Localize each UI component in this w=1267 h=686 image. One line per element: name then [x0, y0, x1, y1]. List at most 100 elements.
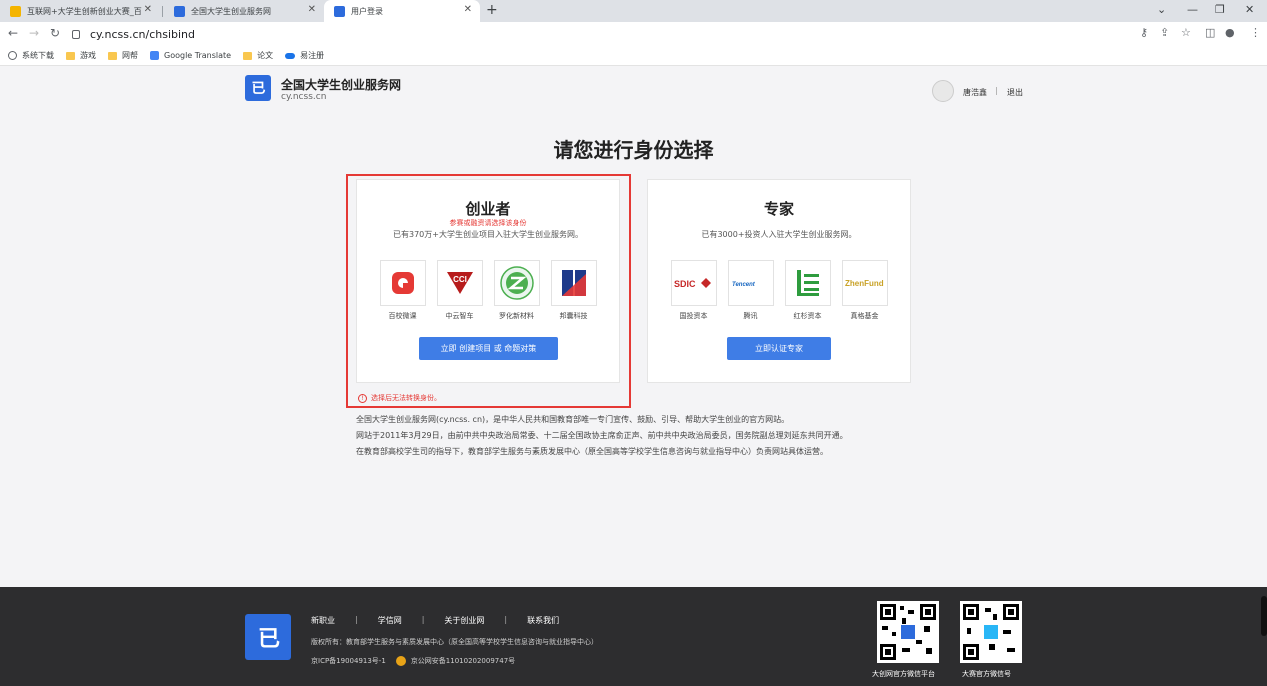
qr-code-dasai: [960, 601, 1022, 663]
intro-line: 全国大学生创业服务网(cy.ncss. cn)，是中华人民共和国教育部唯一专门宣…: [356, 415, 790, 424]
star-icon[interactable]: ☆: [1181, 26, 1191, 39]
expert-card[interactable]: 专家 已有3000+投资人入驻大学生创业服务网。 SDIC 国投资本 Tence…: [647, 179, 911, 383]
partner-logo-caption: 罗化新材料: [499, 312, 534, 320]
avatar[interactable]: [932, 80, 954, 102]
bookmark-label: Google Translate: [164, 51, 232, 60]
logout-link[interactable]: 退出: [1007, 87, 1023, 98]
expert-desc: 已有3000+投资人入驻大学生创业服务网。: [701, 230, 857, 239]
warning-icon: !: [358, 393, 367, 403]
user-name[interactable]: 唐浩鑫: [963, 87, 987, 98]
menu-dots-icon[interactable]: ⋮: [1250, 26, 1261, 39]
police-badge-icon: [395, 656, 406, 666]
address-bar: ← → ↻ cy.ncss.cn/chsibind ⚷ ⇪ ☆ ◫ ● ⋮: [0, 22, 1267, 46]
site-footer: 已 新职业 | 学信网 | 关于创业网 | 联系我们 版权所有：教育部学生服务与…: [0, 587, 1267, 686]
bookmark-label: 游戏: [80, 51, 96, 60]
intro-line: 在教育部高校学生司的指导下，教育部学生服务与素质发展中心（原全国高等学校学生信息…: [356, 447, 828, 456]
svg-text:CCI: CCI: [453, 275, 467, 284]
close-tab-icon[interactable]: ✕: [308, 4, 316, 15]
share-icon[interactable]: ⇪: [1160, 26, 1169, 39]
founder-card[interactable]: 创业者 参赛或融资请选择该身份 已有370万+大学生创业项目入驻大学生创业服务网…: [356, 179, 620, 383]
footer-link[interactable]: 关于创业网: [444, 615, 484, 626]
baixiao-logo-icon: [379, 260, 426, 306]
key-icon[interactable]: ⚷: [1140, 26, 1148, 39]
tab-divider: [162, 6, 163, 17]
folder-icon: [243, 51, 253, 60]
close-window-icon[interactable]: ✕: [1245, 3, 1254, 16]
tab-search-chevron-icon[interactable]: ⌄: [1157, 3, 1166, 16]
bookmark-item[interactable]: 系统下载: [8, 50, 54, 61]
browser-tab-strip: 互联网+大学生创新创业大赛_百 ✕ 全国大学生创业服务网 ✕ 用户登录 ✕ + …: [0, 0, 1267, 22]
zhongyun-logo-icon: CCI: [436, 260, 483, 306]
scrollbar-thumb[interactable]: [1261, 596, 1267, 636]
qr-code-dachuang: [877, 601, 939, 663]
investor-logo-caption: 国投资本: [679, 312, 708, 320]
svg-text:Tencent: Tencent: [732, 282, 756, 288]
partner-logo: 邦囊科技: [550, 260, 597, 321]
bookmarks-bar: 系统下载 游戏 网帮 Google Translate 论文 易注册: [0, 46, 1267, 66]
qr-caption: 大赛官方微信号: [962, 670, 1011, 678]
icp-number[interactable]: 京ICP备19004913号-1: [311, 656, 386, 666]
footer-copyright: 版权所有：教育部学生服务与素质发展中心（原全国高等学校学生信息咨询与就业指导中心…: [311, 638, 598, 646]
bangnang-logo-icon: [550, 260, 597, 306]
site-domain: cy.ncss.cn: [281, 92, 327, 102]
footer-link[interactable]: 新职业: [311, 615, 335, 626]
luohua-logo-icon: [493, 260, 540, 306]
partner-logo-caption: 邦囊科技: [559, 312, 588, 320]
browser-tab[interactable]: 互联网+大学生创新创业大赛_百 ✕: [0, 0, 160, 22]
investor-logo-caption: 腾讯: [743, 312, 758, 320]
site-header: 已 全国大学生创业服务网 cy.ncss.cn 唐浩鑫 | 退出: [0, 67, 1267, 113]
tab-favicon-icon: [174, 5, 185, 17]
expert-title: 专家: [763, 200, 794, 218]
url-text: cy.ncss.cn/chsibind: [90, 27, 195, 41]
browser-tab-active[interactable]: 用户登录 ✕: [324, 0, 480, 22]
expert-logo-row: SDIC 国投资本 Tencent 腾讯 红杉资本 ZhenFund 真格基金: [648, 260, 910, 321]
tab-title: 全国大学生创业服务网: [191, 6, 271, 16]
footer-link[interactable]: 联系我们: [527, 615, 559, 626]
bookmark-label: 网帮: [122, 51, 138, 60]
certify-expert-button[interactable]: 立即认证专家: [727, 337, 831, 360]
footer-link[interactable]: 学信网: [378, 615, 402, 626]
police-record[interactable]: 京公网安备11010202009747号: [411, 656, 515, 666]
investor-logo: Tencent 腾讯: [727, 260, 774, 321]
side-panel-icon[interactable]: ◫: [1205, 26, 1215, 39]
create-project-button[interactable]: 立即 创建项目 或 命题对策: [419, 337, 558, 360]
bookmark-item[interactable]: 易注册: [285, 50, 324, 61]
warning-text: 选择后无法转换身份。: [371, 394, 441, 402]
close-tab-icon[interactable]: ✕: [464, 4, 472, 15]
tab-title: 互联网+大学生创新创业大赛_百: [27, 6, 142, 16]
reload-icon[interactable]: ↻: [50, 26, 60, 40]
intro-line: 网站于2011年3月29日，由前中共中央政治局常委、十二届全国政协主席俞正声、前…: [356, 431, 848, 440]
investor-logo: SDIC 国投资本: [670, 260, 717, 321]
url-field[interactable]: cy.ncss.cn/chsibind: [66, 25, 1261, 43]
folder-icon: [108, 51, 117, 60]
forward-arrow-icon[interactable]: →: [29, 26, 39, 40]
partner-logo-caption: 百校微课: [388, 312, 417, 320]
investor-logo-caption: 真格基金: [850, 312, 879, 320]
bookmark-label: 易注册: [300, 51, 325, 60]
minimize-icon[interactable]: —: [1187, 3, 1198, 16]
site-logo[interactable]: 已: [245, 75, 271, 101]
bookmark-item[interactable]: 游戏: [66, 50, 96, 61]
profile-icon[interactable]: ●: [1225, 26, 1235, 39]
partner-logo-caption: 中云智车: [445, 312, 474, 320]
bookmark-item[interactable]: 论文: [243, 50, 273, 61]
browser-tab[interactable]: 全国大学生创业服务网 ✕: [164, 0, 324, 22]
partner-logo: 罗化新材料: [493, 260, 540, 321]
qr-caption: 大创网官方微信平台: [872, 670, 935, 678]
cloud-icon: [285, 52, 296, 59]
bookmark-item[interactable]: Google Translate: [150, 51, 231, 60]
back-arrow-icon[interactable]: ←: [8, 26, 18, 40]
restore-icon[interactable]: ❐: [1215, 3, 1225, 16]
investor-logo-caption: 红杉资本: [793, 312, 822, 320]
investor-logo: ZhenFund 真格基金: [841, 260, 888, 321]
tencent-logo-icon: Tencent: [727, 260, 774, 306]
globe-icon: [8, 51, 17, 60]
new-tab-icon[interactable]: +: [486, 2, 498, 18]
google-translate-icon: [150, 51, 159, 60]
founder-title: 创业者: [465, 200, 511, 218]
tab-favicon-icon: [334, 5, 345, 17]
lock-icon: [72, 29, 80, 39]
close-tab-icon[interactable]: ✕: [144, 4, 152, 15]
bookmark-item[interactable]: 网帮: [108, 50, 138, 61]
footer-link-separator: |: [355, 615, 358, 624]
